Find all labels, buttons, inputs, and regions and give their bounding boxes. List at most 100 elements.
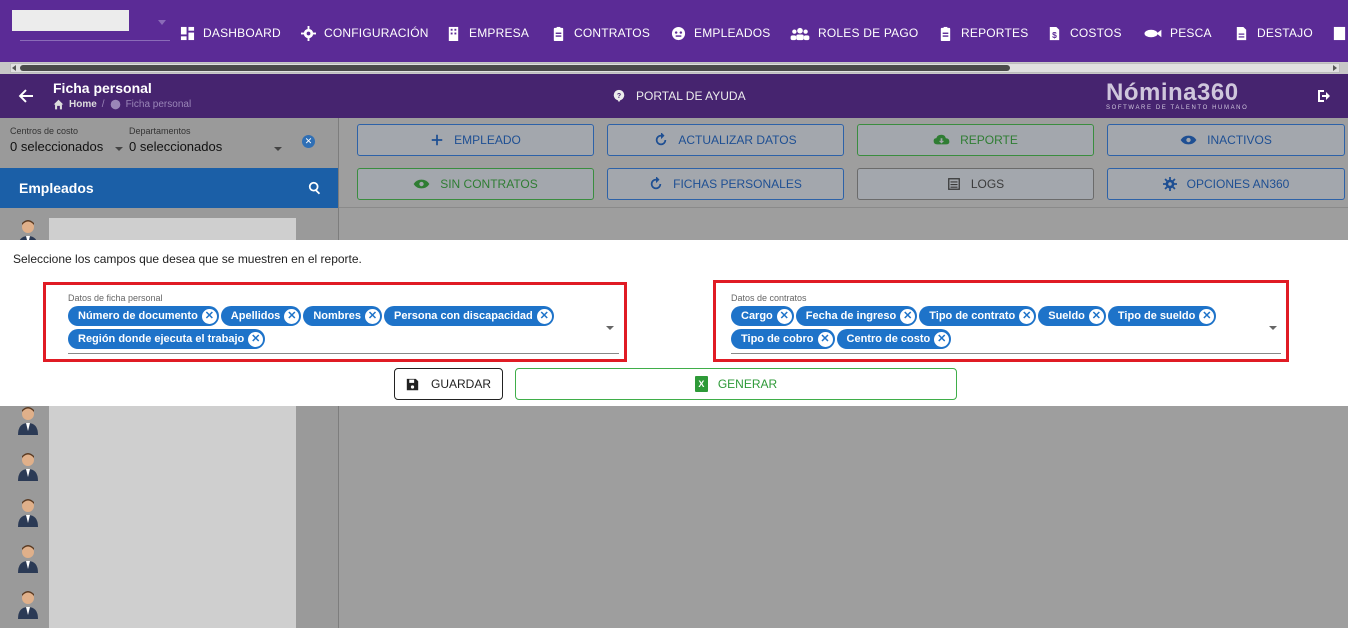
search-icon[interactable]	[308, 181, 322, 195]
field-chip[interactable]: Cargo ✕	[731, 306, 794, 326]
field-chip[interactable]: Sueldo ✕	[1038, 306, 1106, 326]
contract-fields-select[interactable]: Datos de contratos	[731, 293, 807, 303]
chip-label: Persona con discapacidad	[394, 310, 533, 322]
company-logo[interactable]	[12, 10, 129, 31]
svg-text:$: $	[1052, 30, 1057, 40]
breadcrumb: Home / Ficha personal	[53, 99, 191, 110]
remove-chip-icon[interactable]: ✕	[1088, 308, 1104, 324]
field-chip[interactable]: Región donde ejecuta el trabajo ✕	[68, 329, 266, 349]
personal-fields-label: Datos de ficha personal	[68, 293, 163, 303]
button-label: OPCIONES AN360	[1186, 177, 1290, 191]
personal-fields-chips[interactable]: Número de documento ✕ Apellidos ✕ Nombres ✕ Pe…	[68, 306, 608, 349]
back-button[interactable]	[18, 88, 34, 109]
departments-label: Departamentos	[129, 126, 191, 136]
users-icon	[790, 27, 810, 40]
remove-chip-icon[interactable]: ✕	[817, 331, 833, 347]
remove-chip-icon[interactable]: ✕	[248, 331, 264, 347]
plus-icon	[431, 134, 443, 146]
refresh-data-button[interactable]: ACTUALIZAR DATOS	[607, 124, 844, 156]
nav-costos[interactable]: $ COSTOS	[1047, 24, 1122, 42]
clipboard-icon	[940, 26, 951, 41]
field-chip[interactable]: Tipo de contrato ✕	[919, 306, 1037, 326]
arrow-left-icon	[18, 89, 33, 103]
an360-options-button[interactable]: OPCIONES AN360	[1107, 168, 1345, 200]
remove-chip-icon[interactable]: ✕	[536, 308, 552, 324]
breadcrumb-home[interactable]: Home	[69, 99, 97, 110]
field-chip[interactable]: Número de documento ✕	[68, 306, 219, 326]
avatar[interactable]	[17, 497, 39, 527]
field-chip[interactable]: Persona con discapacidad ✕	[384, 306, 554, 326]
scroll-right-icon[interactable]	[1333, 65, 1337, 71]
help-portal-link[interactable]: ? PORTAL DE AYUDA	[612, 89, 746, 103]
nav-contratos[interactable]: CONTRATOS	[551, 24, 650, 42]
chip-label: Sueldo	[1048, 310, 1085, 322]
nav-destajo[interactable]: DESTAJO	[1234, 24, 1313, 42]
top-navbar: DASHBOARD CONFIGURACIÓN EMPRESA CONTRATO…	[0, 0, 1348, 62]
add-employee-button[interactable]: EMPLEADO	[357, 124, 594, 156]
remove-chip-icon[interactable]: ✕	[1019, 308, 1035, 324]
chevron-down-icon[interactable]	[274, 147, 282, 151]
nav-dashboard[interactable]: DASHBOARD	[180, 24, 281, 42]
refresh-icon	[650, 177, 662, 190]
button-label: ACTUALIZAR DATOS	[678, 133, 797, 147]
departments-select[interactable]: Departamentos 0 seleccionados	[129, 126, 286, 171]
chip-label: Región donde ejecuta el trabajo	[78, 333, 245, 345]
dashboard-icon	[180, 26, 195, 40]
employees-header: Empleados	[0, 168, 338, 208]
page-title: Ficha personal	[53, 80, 152, 96]
save-button[interactable]: GUARDAR	[394, 368, 503, 400]
nav-label: ROLES DE PAGO	[818, 26, 919, 40]
avatar[interactable]	[17, 451, 39, 481]
file-icon	[1236, 26, 1247, 40]
generate-button[interactable]: X GENERAR	[515, 368, 957, 400]
report-button[interactable]: REPORTE	[857, 124, 1094, 156]
nav-empresa[interactable]: EMPRESA	[446, 24, 529, 42]
remove-chip-icon[interactable]: ✕	[201, 308, 217, 324]
cost-centers-select[interactable]: Centros de costo 0 seleccionados	[10, 126, 124, 154]
no-contracts-button[interactable]: SIN CONTRATOS	[357, 168, 594, 200]
personal-fields-select[interactable]: Datos de ficha personal	[68, 293, 163, 303]
chevron-down-icon[interactable]	[1269, 326, 1277, 330]
logs-button[interactable]: LOGS	[857, 168, 1094, 200]
avatar[interactable]	[17, 589, 39, 619]
remove-chip-icon[interactable]: ✕	[1199, 308, 1215, 324]
remove-chip-icon[interactable]: ✕	[284, 308, 300, 324]
nav-empleados[interactable]: EMPLEADOS	[671, 24, 771, 42]
field-chip[interactable]: Tipo de cobro ✕	[731, 329, 835, 349]
select-underline	[68, 353, 619, 354]
remove-chip-icon[interactable]: ✕	[934, 331, 950, 347]
chip-label: Tipo de cobro	[741, 333, 814, 345]
logout-button[interactable]	[1316, 88, 1332, 109]
field-chip[interactable]: Centro de costo ✕	[836, 329, 952, 349]
nav-label: PESCA	[1170, 26, 1212, 40]
nav-label: COSTOS	[1070, 26, 1122, 40]
personal-records-button[interactable]: FICHAS PERSONALES	[607, 168, 844, 200]
chip-label: Centro de costo	[846, 333, 931, 345]
avatar[interactable]	[17, 405, 39, 435]
nav-configuracion[interactable]: CONFIGURACIÓN	[301, 24, 429, 42]
nav-label: DESTAJO	[1257, 26, 1313, 40]
chevron-down-icon[interactable]	[606, 326, 614, 330]
nav-pesca[interactable]: PESCA	[1142, 24, 1212, 42]
contract-fields-chips[interactable]: Cargo ✕ Fecha de ingreso ✕ Tipo de contrato ✕…	[731, 306, 1251, 349]
inactive-button[interactable]: INACTIVOS	[1107, 124, 1345, 156]
chevron-down-icon[interactable]	[158, 20, 166, 25]
scrollbar-thumb[interactable]	[20, 65, 1010, 71]
field-chip[interactable]: Apellidos ✕	[220, 306, 302, 326]
nav-scrollbar[interactable]	[0, 62, 1348, 74]
remove-chip-icon[interactable]: ✕	[776, 308, 792, 324]
scroll-left-icon[interactable]	[12, 65, 16, 71]
avatar[interactable]	[17, 543, 39, 573]
field-chip[interactable]: Tipo de sueldo ✕	[1107, 306, 1217, 326]
chevron-down-icon[interactable]	[115, 147, 123, 151]
nav-more[interactable]	[1332, 24, 1347, 42]
chip-label: Fecha de ingreso	[805, 310, 897, 322]
clear-filters-icon[interactable]: ✕	[302, 135, 315, 148]
remove-chip-icon[interactable]: ✕	[900, 308, 916, 324]
nav-roles-de-pago[interactable]: ROLES DE PAGO	[790, 24, 918, 42]
nav-reportes[interactable]: REPORTES	[938, 24, 1028, 42]
field-chip[interactable]: Fecha de ingreso ✕	[795, 306, 918, 326]
excel-file-icon: X	[694, 376, 708, 392]
field-chip[interactable]: Nombres ✕	[303, 306, 382, 326]
remove-chip-icon[interactable]: ✕	[365, 308, 380, 324]
